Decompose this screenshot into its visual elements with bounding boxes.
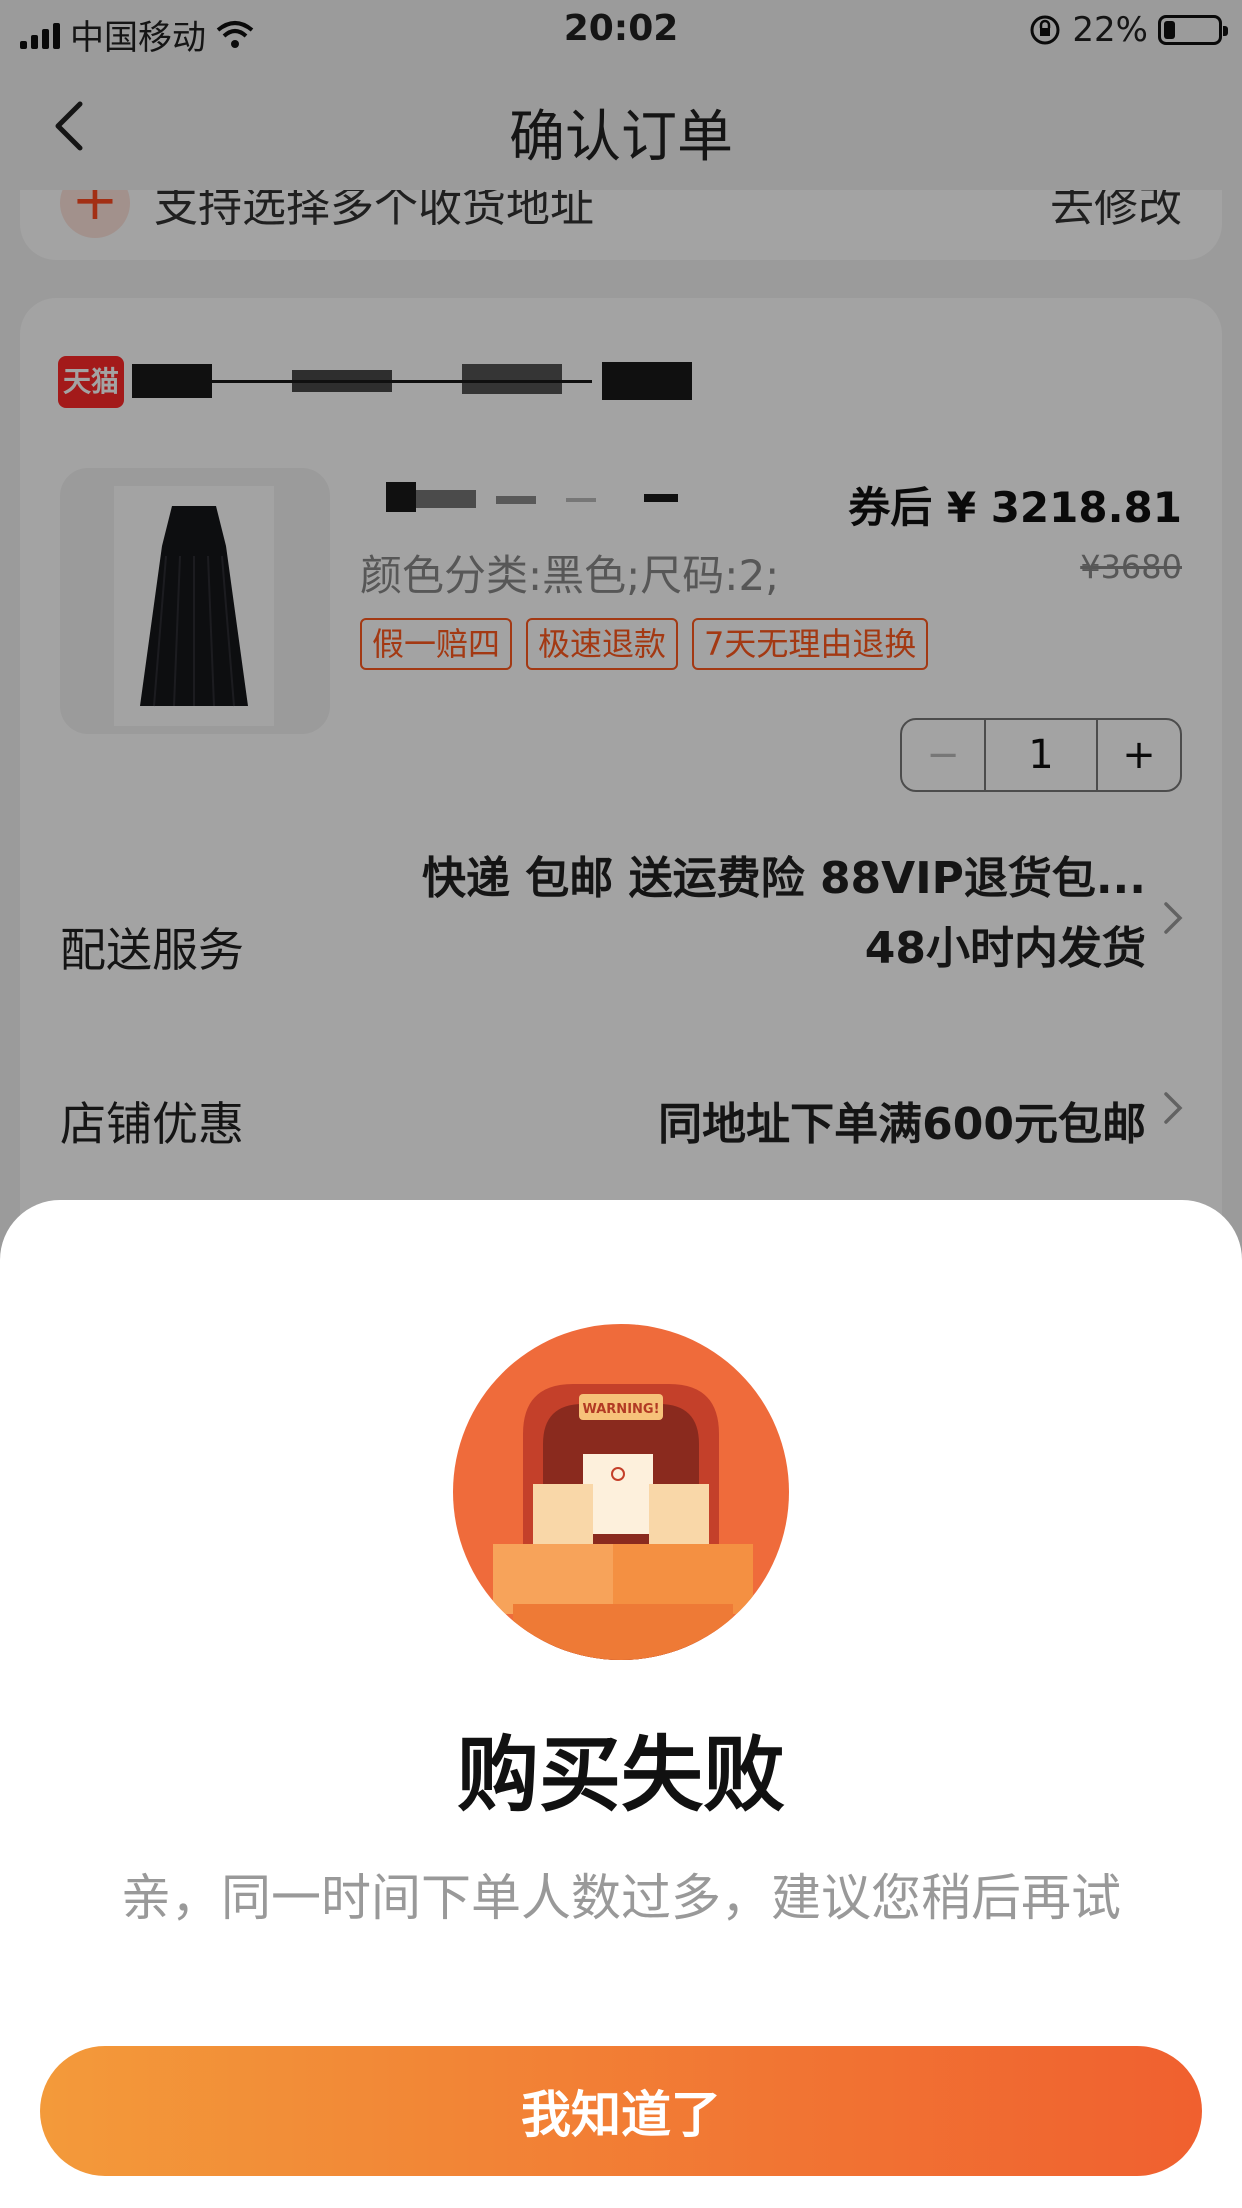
purchase-failed-sheet: WARNING! 购买失败 亲，同一时间下单人数过多，建议您稍后再试 我知道了 <box>0 1200 1242 2208</box>
acknowledge-button[interactable]: 我知道了 <box>40 2046 1202 2176</box>
warning-sign: WARNING! <box>582 1402 659 1417</box>
warning-truck-illustration: WARNING! <box>453 1324 789 1660</box>
dialog-message: 亲，同一时间下单人数过多，建议您稍后再试 <box>121 1869 1121 1927</box>
dialog-title: 购买失败 <box>456 1728 785 1823</box>
